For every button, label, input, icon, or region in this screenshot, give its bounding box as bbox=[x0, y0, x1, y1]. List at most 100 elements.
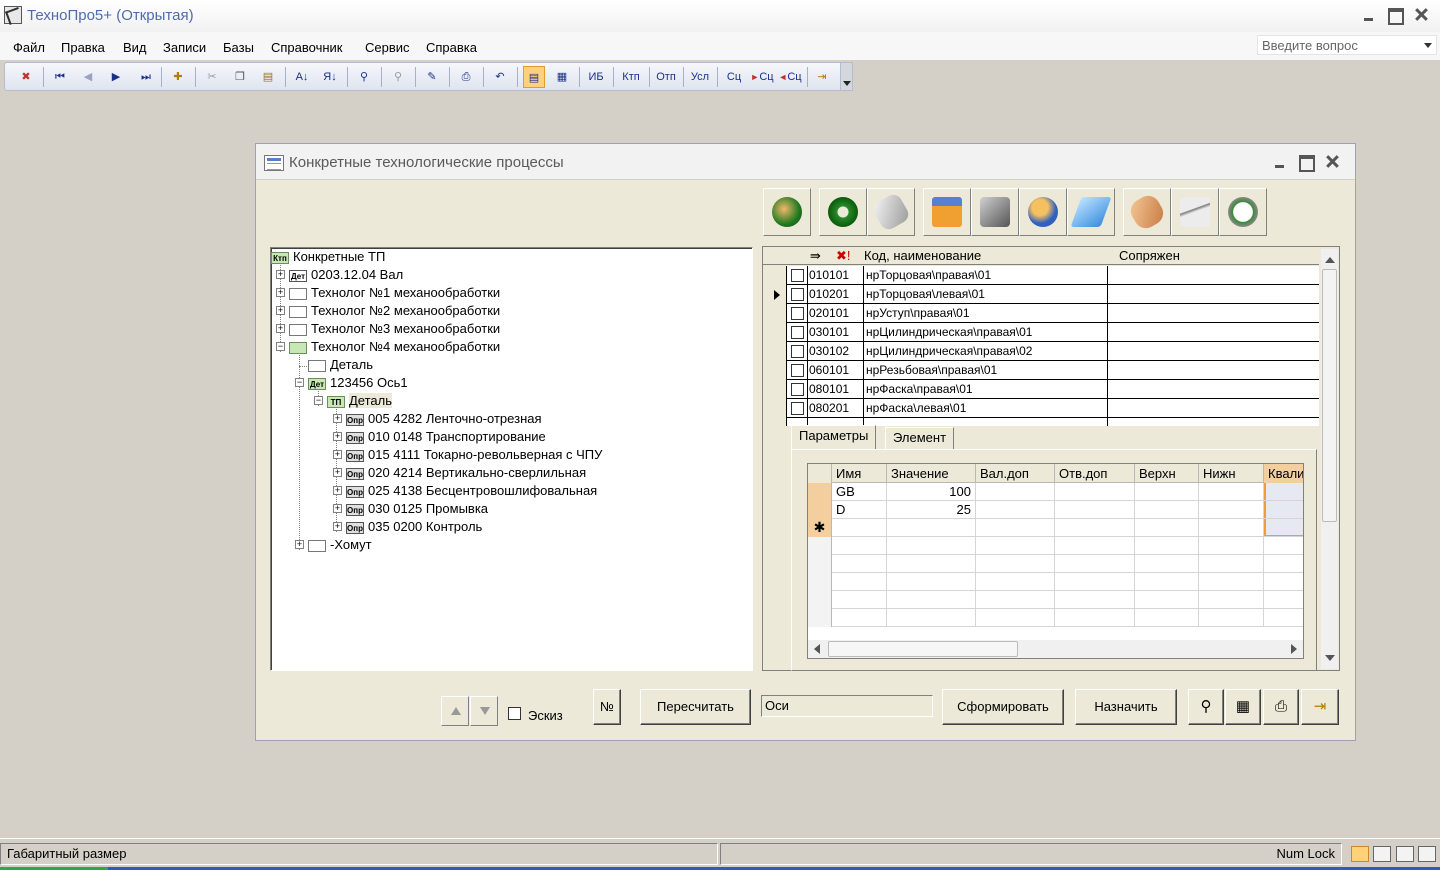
row-checkbox[interactable] bbox=[791, 383, 804, 396]
undo-icon[interactable]: ↶ bbox=[489, 66, 511, 88]
row-checkbox[interactable] bbox=[791, 288, 804, 301]
delete-column-icon[interactable]: ✖! bbox=[833, 247, 859, 265]
pivot-view-icon[interactable] bbox=[1396, 846, 1414, 862]
expand-icon[interactable]: + bbox=[276, 324, 285, 333]
menu-file[interactable]: Файл bbox=[13, 40, 45, 55]
param-name[interactable]: D bbox=[832, 501, 887, 519]
axes-field[interactable]: Оси bbox=[761, 695, 933, 717]
toolbar-sc-out-button[interactable]: ◄Сц bbox=[777, 66, 803, 88]
row-checkbox[interactable] bbox=[791, 364, 804, 377]
move-down-button[interactable] bbox=[470, 696, 498, 726]
header-quality[interactable]: Квали bbox=[1264, 464, 1303, 483]
assign-button[interactable]: Назначить bbox=[1075, 689, 1177, 725]
ask-question-input[interactable]: Введите вопрос bbox=[1257, 35, 1437, 55]
header-mate[interactable]: Сопряжен bbox=[1116, 247, 1180, 265]
expand-icon[interactable]: + bbox=[333, 486, 342, 495]
table-row[interactable]: 060101 нрРезьбовая\правая\01 bbox=[763, 361, 1319, 380]
table-view-icon[interactable]: ▦ bbox=[551, 66, 573, 88]
machine-button[interactable] bbox=[971, 188, 1019, 236]
row-checkbox[interactable] bbox=[791, 326, 804, 339]
tree-node[interactable]: + Технолог №1 механообработки bbox=[271, 284, 500, 302]
table-row-current[interactable]: 010201 нрТорцовая\левая\01 bbox=[763, 285, 1319, 304]
find-icon[interactable]: ⚲ bbox=[353, 66, 375, 88]
menu-records[interactable]: Записи bbox=[163, 40, 206, 55]
tree-node[interactable]: + Опр 030 0125 Промывка bbox=[328, 500, 488, 518]
workplace-button[interactable] bbox=[923, 188, 971, 236]
close-icon[interactable] bbox=[1319, 152, 1345, 172]
header-upper[interactable]: Верхн bbox=[1135, 464, 1199, 483]
tree-node[interactable]: + Опр 020 4214 Вертикально-сверлильная bbox=[328, 464, 586, 482]
first-record-icon[interactable]: ⏮ bbox=[49, 66, 71, 88]
expand-icon[interactable]: + bbox=[333, 450, 342, 459]
new-record-icon[interactable]: ✚ bbox=[167, 66, 189, 88]
header-value[interactable]: Значение bbox=[887, 464, 976, 483]
exit-button[interactable]: ⇥ bbox=[1301, 689, 1339, 725]
header-val-tol[interactable]: Вал.доп bbox=[976, 464, 1055, 483]
new-row[interactable]: ✱ bbox=[808, 519, 1303, 537]
expand-icon[interactable]: + bbox=[333, 522, 342, 531]
table-row[interactable]: 080101 нрФаска\правая\01 bbox=[763, 380, 1319, 399]
toolbar-ktp-button[interactable]: Ктп bbox=[617, 66, 645, 88]
table-row[interactable]: GB 100 bbox=[808, 483, 1303, 501]
copy-icon[interactable]: ❐ bbox=[229, 66, 251, 88]
tree-node-selected[interactable]: − ТП Деталь bbox=[309, 392, 392, 410]
number-button[interactable]: № bbox=[593, 689, 621, 725]
sort-asc-icon[interactable]: A↓ bbox=[291, 66, 313, 88]
expand-icon[interactable]: + bbox=[295, 540, 304, 549]
replace-icon[interactable]: ⚲ bbox=[387, 66, 409, 88]
table-row[interactable]: 030101 нрЦилиндрическая\правая\01 bbox=[763, 323, 1319, 342]
tree-node[interactable]: + Опр 025 4138 Бесцентровошлифовальная bbox=[328, 482, 597, 500]
header-code-name[interactable]: Код, наименование bbox=[861, 247, 981, 265]
param-value[interactable]: 25 bbox=[887, 501, 976, 519]
row-selector[interactable] bbox=[808, 483, 832, 501]
expand-icon[interactable]: + bbox=[333, 414, 342, 423]
expand-icon[interactable]: + bbox=[333, 504, 342, 513]
form-view-icon[interactable] bbox=[1351, 846, 1369, 862]
blank-button[interactable] bbox=[1123, 188, 1171, 236]
chevron-down-icon[interactable] bbox=[1424, 43, 1432, 48]
toolbar-ib-button[interactable]: ИБ bbox=[585, 66, 607, 88]
expand-icon[interactable]: + bbox=[333, 468, 342, 477]
minimize-icon[interactable] bbox=[1267, 152, 1293, 172]
tree-node[interactable]: − Дет 123456 Ось1 bbox=[290, 374, 408, 392]
last-record-icon[interactable]: ⏭ bbox=[135, 66, 157, 88]
table-row[interactable]: 080201 нрФаска\левая\01 bbox=[763, 399, 1319, 418]
tree-node[interactable]: Деталь bbox=[308, 356, 373, 374]
toolbar-options-icon[interactable] bbox=[840, 62, 853, 91]
minimize-icon[interactable] bbox=[1356, 5, 1382, 25]
row-checkbox[interactable] bbox=[791, 269, 804, 282]
header-hole-tol[interactable]: Отв.доп bbox=[1055, 464, 1135, 483]
design-view-icon[interactable] bbox=[1418, 846, 1436, 862]
row-selector[interactable] bbox=[808, 501, 832, 519]
grid-body[interactable]: 010101 нрТорцовая\правая\01 010201 нрТорцо… bbox=[763, 266, 1319, 426]
time-norm-button[interactable] bbox=[1219, 188, 1267, 236]
table-row[interactable]: 030102 нрЦилиндрическая\правая\02 bbox=[763, 342, 1319, 361]
process-tree[interactable]: Ктп Конкретные ТП + Дет 0203.12.04 Вал + Т… bbox=[270, 247, 753, 671]
tab-element[interactable]: Элемент bbox=[885, 427, 955, 449]
form-view-icon[interactable]: ▤ bbox=[523, 66, 545, 88]
documents-button[interactable] bbox=[1067, 188, 1115, 236]
print-icon[interactable]: ⎙ bbox=[455, 66, 477, 88]
scroll-left-icon[interactable] bbox=[814, 644, 820, 654]
toolbar-sc-in-button[interactable]: ►Сц bbox=[749, 66, 775, 88]
tree-node[interactable]: + Опр 010 0148 Транспортирование bbox=[328, 428, 546, 446]
menu-edit[interactable]: Правка bbox=[61, 40, 105, 55]
gear-button[interactable] bbox=[819, 188, 867, 236]
expand-icon[interactable]: + bbox=[276, 288, 285, 297]
expand-icon[interactable]: + bbox=[276, 306, 285, 315]
row-checkbox[interactable] bbox=[791, 345, 804, 358]
move-up-button[interactable] bbox=[441, 696, 469, 726]
scroll-up-icon[interactable] bbox=[1325, 257, 1335, 263]
collapse-icon[interactable]: − bbox=[314, 396, 323, 405]
menu-view[interactable]: Вид bbox=[123, 40, 147, 55]
tree-node[interactable]: + Опр 005 4282 Ленточно-отрезная bbox=[328, 410, 542, 428]
scroll-thumb[interactable] bbox=[1322, 269, 1337, 522]
app-icon[interactable] bbox=[4, 6, 22, 24]
parameters-horizontal-scrollbar[interactable] bbox=[808, 640, 1303, 658]
menu-help[interactable]: Справка bbox=[426, 40, 477, 55]
workers-button[interactable] bbox=[1019, 188, 1067, 236]
param-value[interactable]: 100 bbox=[887, 483, 976, 501]
maximize-icon[interactable] bbox=[1293, 152, 1319, 172]
close-icon[interactable] bbox=[1408, 5, 1434, 25]
scroll-right-icon[interactable] bbox=[1291, 644, 1297, 654]
